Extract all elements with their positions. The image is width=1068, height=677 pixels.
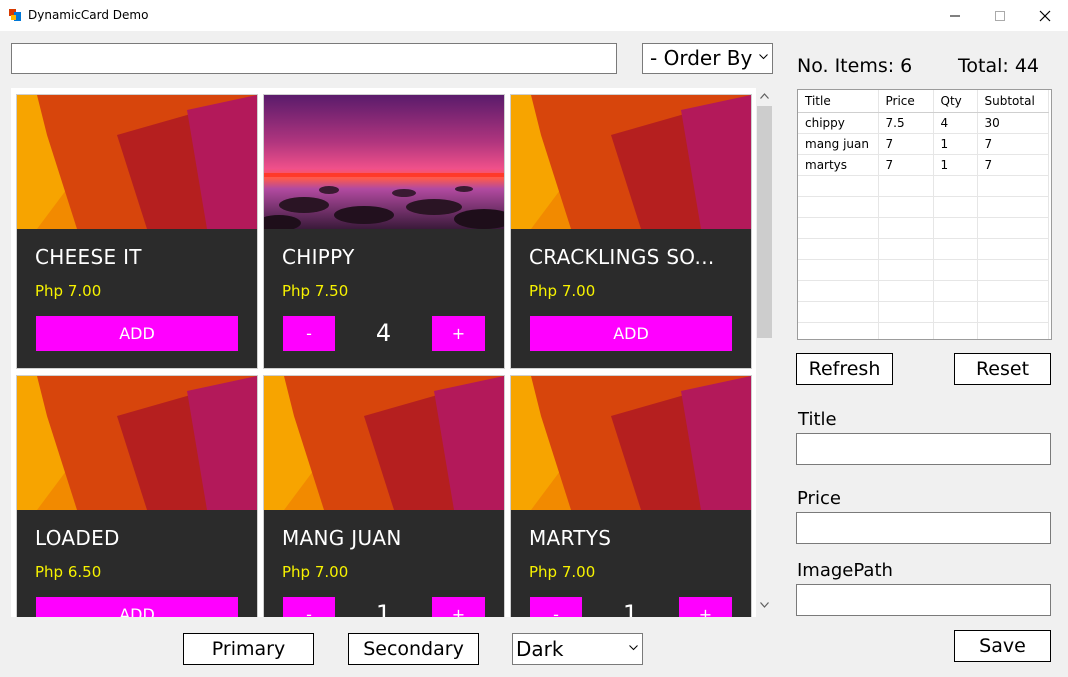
cell[interactable]: 30 xyxy=(977,112,1049,134)
minimize-icon xyxy=(950,15,960,16)
item-count: No. Items: 6 xyxy=(797,55,913,77)
cell[interactable]: 7 xyxy=(977,154,1049,176)
product-image xyxy=(264,95,504,229)
empty-row xyxy=(798,301,1049,323)
cell[interactable]: 7 xyxy=(878,154,934,176)
product-title: MARTYS xyxy=(529,526,612,550)
column-header[interactable]: Title xyxy=(798,90,879,113)
product-card: CRACKLINGS SO... Php 7.00 ADD xyxy=(510,94,752,369)
product-card: CHEESE IT Php 7.00 ADD xyxy=(16,94,258,369)
product-image xyxy=(17,376,257,510)
product-price: Php 6.50 xyxy=(35,563,102,581)
cell[interactable]: 7 xyxy=(878,133,934,155)
reset-button[interactable]: Reset xyxy=(954,353,1051,385)
price-field[interactable] xyxy=(796,512,1051,544)
decrease-qty-button[interactable]: - xyxy=(283,597,335,617)
quantity-value: 1 xyxy=(622,600,639,617)
add-button[interactable]: ADD xyxy=(36,597,238,617)
empty-row xyxy=(798,196,1049,218)
scrollbar-thumb[interactable] xyxy=(757,106,772,338)
product-image xyxy=(511,95,751,229)
product-price: Php 7.50 xyxy=(282,282,349,300)
product-card: MANG JUAN Php 7.00 - 1 + xyxy=(263,375,505,617)
empty-row xyxy=(798,280,1049,302)
empty-row xyxy=(798,259,1049,281)
minimize-button[interactable] xyxy=(932,0,978,31)
theme-value: Dark xyxy=(516,637,564,661)
chevron-down-icon[interactable] xyxy=(760,602,769,608)
table-row[interactable]: chippy 7.5 4 30 xyxy=(798,112,1049,134)
product-title: LOADED xyxy=(35,526,120,550)
column-header[interactable]: Qty xyxy=(933,90,978,113)
product-card: MARTYS Php 7.00 - 1 + xyxy=(510,375,752,617)
cell[interactable]: 1 xyxy=(933,133,978,155)
price-label: Price xyxy=(797,488,841,509)
cell[interactable]: 7 xyxy=(977,133,1049,155)
table-row[interactable]: martys 7 1 7 xyxy=(798,154,1049,176)
card-grid: CHEESE IT Php 7.00 ADD CHIPPY Php 7.50 -… xyxy=(11,88,773,617)
product-price: Php 7.00 xyxy=(282,563,349,581)
image-path-field[interactable] xyxy=(796,584,1051,616)
primary-button[interactable]: Primary xyxy=(183,633,314,665)
empty-row xyxy=(798,322,1049,339)
table-row[interactable]: mang juan 7 1 7 xyxy=(798,133,1049,155)
product-price: Php 7.00 xyxy=(529,563,596,581)
cart-grid[interactable]: Title Price Qty Subtotal chippy 7.5 4 30… xyxy=(797,89,1052,340)
product-title: CHEESE IT xyxy=(35,245,142,269)
product-image xyxy=(264,376,504,510)
title-label: Title xyxy=(798,409,837,430)
cell[interactable]: 4 xyxy=(933,112,978,134)
decrease-qty-button[interactable]: - xyxy=(283,316,335,351)
product-price: Php 7.00 xyxy=(35,282,102,300)
cell[interactable]: mang juan xyxy=(798,133,879,155)
product-price: Php 7.00 xyxy=(529,282,596,300)
grid-scrollbar[interactable] xyxy=(756,88,773,617)
column-header[interactable]: Price xyxy=(878,90,934,113)
quantity-value: 4 xyxy=(375,319,392,347)
cell[interactable]: 7.5 xyxy=(878,112,934,134)
empty-row xyxy=(798,175,1049,197)
empty-row xyxy=(798,217,1049,239)
quantity-value: 1 xyxy=(375,600,392,617)
product-image xyxy=(17,95,257,229)
product-card: LOADED Php 6.50 ADD xyxy=(16,375,258,617)
cart-header-row: Title Price Qty Subtotal xyxy=(798,90,1049,113)
product-image xyxy=(511,376,751,510)
image-path-label: ImagePath xyxy=(797,560,893,581)
column-header[interactable]: Subtotal xyxy=(977,90,1049,113)
cell[interactable]: martys xyxy=(798,154,879,176)
add-button[interactable]: ADD xyxy=(530,316,732,351)
secondary-button[interactable]: Secondary xyxy=(348,633,479,665)
decrease-qty-button[interactable]: - xyxy=(530,597,582,617)
maximize-icon xyxy=(995,10,1005,21)
search-input[interactable] xyxy=(11,43,617,74)
product-title: CRACKLINGS SO... xyxy=(529,245,715,269)
close-icon xyxy=(1039,10,1051,21)
close-button[interactable] xyxy=(1022,0,1068,31)
theme-select[interactable]: Dark xyxy=(512,633,643,665)
order-by-label: - Order By xyxy=(650,46,753,70)
product-card: CHIPPY Php 7.50 - 4 + xyxy=(263,94,505,369)
app-icon xyxy=(9,9,21,21)
title-field[interactable] xyxy=(796,433,1051,465)
add-button[interactable]: ADD xyxy=(36,316,238,351)
maximize-button[interactable] xyxy=(977,0,1023,31)
refresh-button[interactable]: Refresh xyxy=(796,353,893,385)
order-by-select[interactable]: - Order By xyxy=(642,43,773,74)
cell[interactable]: 1 xyxy=(933,154,978,176)
increase-qty-button[interactable]: + xyxy=(432,597,485,617)
product-title: MANG JUAN xyxy=(282,526,402,550)
chevron-down-icon xyxy=(759,54,768,60)
save-button[interactable]: Save xyxy=(954,630,1051,662)
increase-qty-button[interactable]: + xyxy=(432,316,485,351)
chevron-up-icon[interactable] xyxy=(760,93,769,99)
title-bar: DynamicCard Demo xyxy=(0,0,1068,31)
chevron-down-icon xyxy=(629,645,638,651)
product-title: CHIPPY xyxy=(282,245,355,269)
increase-qty-button[interactable]: + xyxy=(679,597,732,617)
empty-row xyxy=(798,238,1049,260)
window-title: DynamicCard Demo xyxy=(28,8,149,22)
cell[interactable]: chippy xyxy=(798,112,879,134)
cart-total: Total: 44 xyxy=(958,55,1039,77)
